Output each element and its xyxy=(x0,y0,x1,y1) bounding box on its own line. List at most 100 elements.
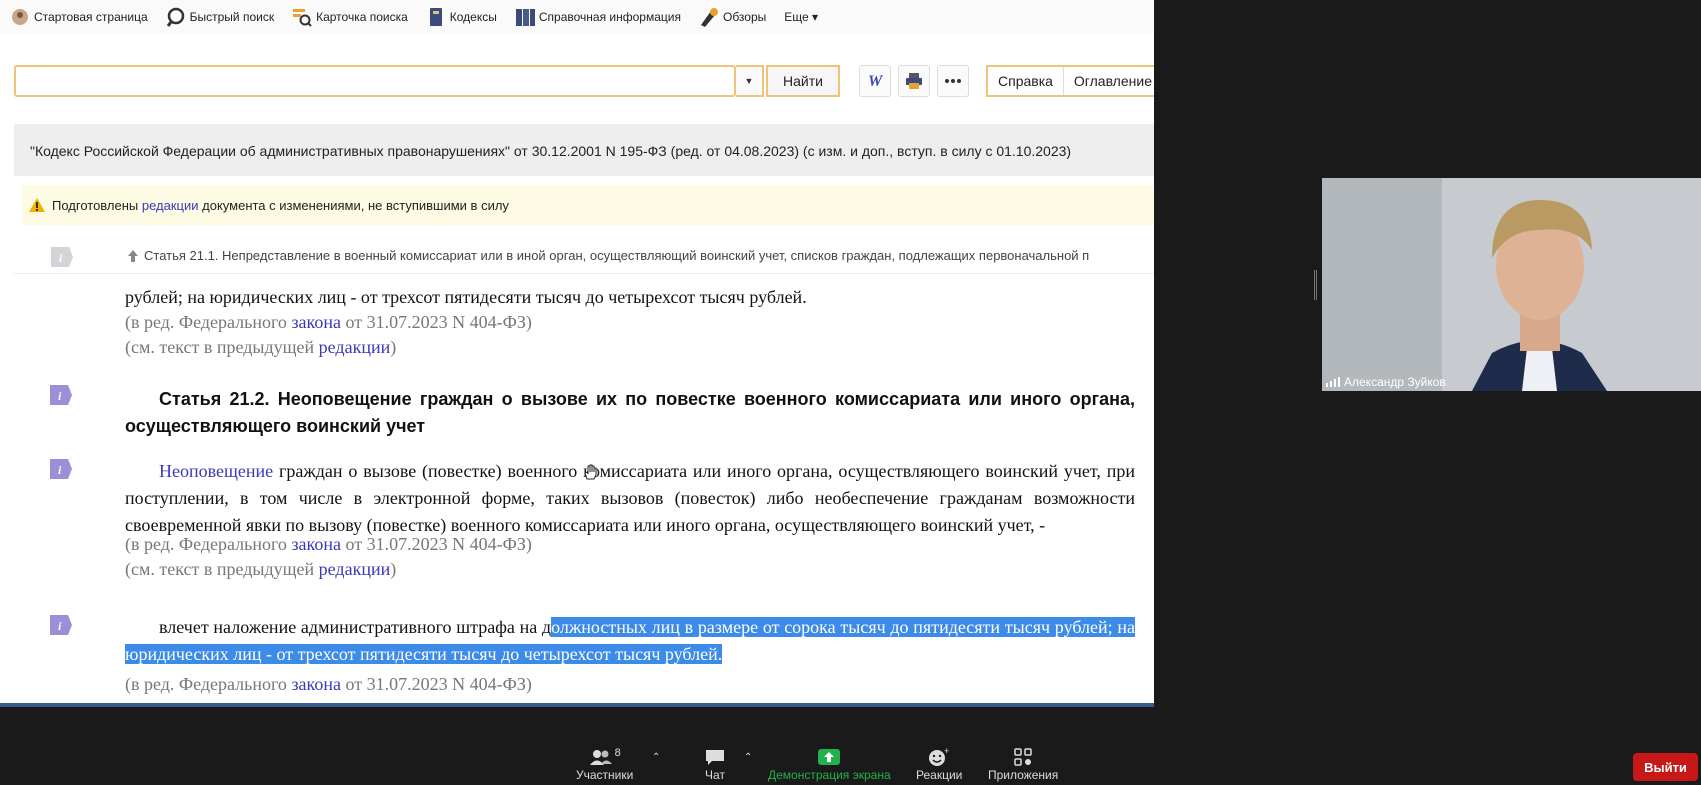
edition-link[interactable]: редакции xyxy=(319,337,391,357)
menu-item-reviews[interactable]: Обзоры xyxy=(699,7,766,27)
article-paragraph-disposition: Неоповещение граждан о вызове (повестке)… xyxy=(125,458,1135,539)
doc-tabs: Справка Оглавление xyxy=(986,65,1154,97)
word-icon: W xyxy=(868,73,884,90)
edition-prefix: (в ред. Федерального xyxy=(125,674,292,694)
share-icon-row xyxy=(817,746,841,768)
law-link[interactable]: закона xyxy=(291,534,341,554)
editions-warning: Подготовлены редакции документа с измене… xyxy=(22,185,1154,225)
paragraph-fine-end: рублей; на юридических лиц - от трехсот … xyxy=(125,287,807,307)
chevron-down-icon: ▼ xyxy=(744,76,754,86)
menu-item-label: Еще ▾ xyxy=(784,10,819,24)
law-link[interactable]: закона xyxy=(291,674,341,694)
previous-edition-note: (см. текст в предыдущей редакции) xyxy=(125,556,1135,583)
warning-icon xyxy=(29,198,45,212)
find-button[interactable]: Найти xyxy=(766,65,840,97)
info-flag-icon: i xyxy=(51,247,73,267)
info-flag-icon[interactable]: i xyxy=(48,614,74,636)
participant-name: Александр Зуйков xyxy=(1344,375,1446,389)
caret-up-icon: ⌃ xyxy=(652,752,661,763)
chat-icon-row xyxy=(704,746,726,768)
apps-icon-row xyxy=(1013,746,1033,768)
shared-screen: Стартовая страница Быстрый поиск Карточк… xyxy=(0,0,1154,707)
participants-label: Участники xyxy=(576,768,634,782)
edition-note: (в ред. Федерального закона от 31.07.202… xyxy=(125,309,1135,336)
warning-prefix: Подготовлены xyxy=(52,197,142,213)
smiley-plus-icon: + xyxy=(929,747,949,766)
edition-prefix: (в ред. Федерального xyxy=(125,534,292,554)
more-actions-button[interactable] xyxy=(937,65,969,97)
leave-meeting-button[interactable]: Выйти xyxy=(1633,753,1698,781)
tab-toc[interactable]: Оглавление xyxy=(1063,67,1154,95)
menu-item-label: Кодексы xyxy=(449,10,497,24)
magnifier-icon xyxy=(166,7,186,27)
previous-article-title: Статья 21.1. Непредставление в военный к… xyxy=(144,248,1090,263)
menu-item-label: Обзоры xyxy=(722,10,767,24)
print-button[interactable] xyxy=(898,65,930,97)
menu-item-more[interactable]: Еще ▾ xyxy=(784,10,818,24)
reactions-button[interactable]: + Реакции xyxy=(916,746,962,782)
edition-suffix: от 31.07.2023 N 404-ФЗ) xyxy=(341,312,532,332)
edition-suffix: от 31.07.2023 N 404-ФЗ) xyxy=(341,534,532,554)
participants-icon-row: 8 xyxy=(589,746,621,768)
participant-name-label: Александр Зуйков xyxy=(1326,375,1446,389)
edition-suffix: от 31.07.2023 N 404-ФЗ) xyxy=(341,674,532,694)
participant-video-frame xyxy=(1322,178,1701,391)
prev-prefix: (см. текст в предыдущей xyxy=(125,559,319,579)
prev-suffix: ) xyxy=(390,559,397,579)
apps-button[interactable]: Приложения xyxy=(988,746,1058,782)
warning-text: Подготовлены редакции документа с измене… xyxy=(52,198,509,213)
law-link[interactable]: закона xyxy=(291,312,341,332)
article-paragraph-sanction: влечет наложение административного штраф… xyxy=(125,614,1136,668)
share-screen-icon xyxy=(818,749,841,765)
reactions-label: Реакции xyxy=(916,768,963,782)
search-bar: ▼ Найти W Справка Оглавление xyxy=(0,56,1154,106)
printer-icon xyxy=(906,73,922,89)
search-card-icon xyxy=(292,7,312,27)
reviews-icon xyxy=(699,7,719,27)
edition-note: (в ред. Федерального закона от 31.07.202… xyxy=(125,671,1135,698)
share-screen-label: Демонстрация экрана xyxy=(768,768,891,782)
menu-item-quick-search[interactable]: Быстрый поиск xyxy=(166,7,274,27)
apps-grid-icon xyxy=(1014,748,1032,766)
paragraph-text: граждан о вызове (повестке) военного ком… xyxy=(125,461,1135,535)
info-flag-icon[interactable]: i xyxy=(48,384,74,406)
participants-button[interactable]: 8 Участники xyxy=(576,746,633,782)
edition-note: (в ред. Федерального закона от 31.07.202… xyxy=(125,531,1135,558)
word-export-button[interactable]: W xyxy=(859,65,891,97)
signal-bars-icon xyxy=(1326,377,1340,387)
menu-item-label: Стартовая страница xyxy=(34,10,148,24)
chat-bubble-icon xyxy=(706,750,724,765)
participants-options-caret[interactable]: ⌃ xyxy=(652,752,660,763)
codex-book-icon xyxy=(426,7,446,27)
document-title-bar: "Кодекс Российской Федерации об админист… xyxy=(14,124,1154,176)
chat-label: Чат xyxy=(705,768,725,782)
menu-item-codexes[interactable]: Кодексы xyxy=(426,7,497,27)
definition-link[interactable]: Неоповещение xyxy=(159,461,273,481)
panel-resize-handle[interactable] xyxy=(1314,270,1317,300)
taskbar-strip xyxy=(0,703,1154,707)
share-screen-button[interactable]: Демонстрация экрана xyxy=(768,746,891,782)
tab-help[interactable]: Справка xyxy=(988,67,1064,95)
search-history-dropdown[interactable]: ▼ xyxy=(736,65,764,97)
info-flag-icon[interactable]: i xyxy=(48,458,74,480)
warning-suffix: документа с изменениями, не вступившими … xyxy=(198,197,509,213)
previous-article-nav[interactable]: i Статья 21.1. Непредставление в военный… xyxy=(14,238,1154,274)
menu-item-search-card[interactable]: Карточка поиска xyxy=(292,7,408,27)
chat-button[interactable]: Чат xyxy=(704,746,726,782)
previous-edition-note: (см. текст в предыдущей редакции) xyxy=(125,334,1135,361)
reactions-icon-row: + xyxy=(927,746,951,768)
svg-text:W: W xyxy=(868,73,884,90)
hand-cursor-icon xyxy=(584,464,597,480)
search-input[interactable] xyxy=(14,65,736,97)
article-heading: Статья 21.2. Неоповещение граждан о вызо… xyxy=(125,389,1135,436)
participant-video[interactable] xyxy=(1322,178,1701,391)
paragraph-text: влечет наложение административного штраф… xyxy=(159,617,552,637)
menu-item-reference[interactable]: Справочная информация xyxy=(515,7,681,27)
chat-options-caret[interactable]: ⌃ xyxy=(744,752,752,763)
edition-link[interactable]: редакции xyxy=(319,559,391,579)
arrow-up-icon xyxy=(128,250,138,262)
document-content: рублей; на юридических лиц - от трехсот … xyxy=(0,278,1154,707)
editions-link[interactable]: редакции xyxy=(142,198,199,213)
menu-item-start[interactable]: Стартовая страница xyxy=(10,7,148,27)
more-dots-icon xyxy=(945,79,961,83)
